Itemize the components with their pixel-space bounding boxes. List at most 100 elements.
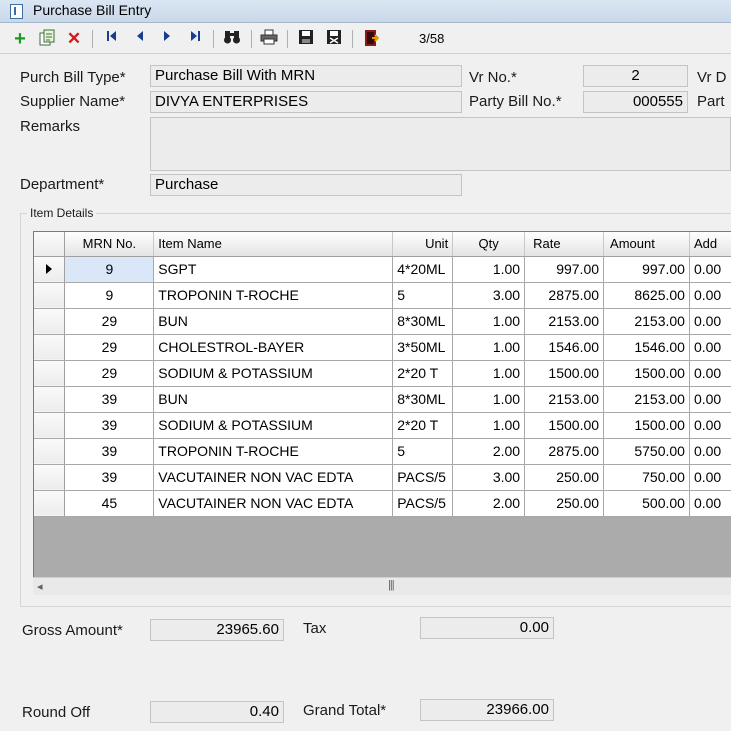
cell-item-name[interactable]: TROPONIN T-ROCHE <box>153 438 394 465</box>
row-selector[interactable] <box>34 334 66 361</box>
row-selector[interactable] <box>34 386 66 413</box>
cell-unit[interactable]: PACS/5 <box>392 490 454 517</box>
cell-add[interactable]: 0.00 <box>689 438 731 465</box>
cell-unit[interactable]: 5 <box>392 282 454 309</box>
column-header-item-name[interactable]: Item Name <box>153 232 394 257</box>
table-row[interactable]: 39 TROPONIN T-ROCHE 5 2.00 2875.00 5750.… <box>34 438 731 465</box>
cell-qty[interactable]: 1.00 <box>452 386 526 413</box>
cell-item-name[interactable]: CHOLESTROL-BAYER <box>153 334 394 361</box>
cell-unit[interactable]: PACS/5 <box>392 464 454 491</box>
cell-qty[interactable]: 2.00 <box>452 438 526 465</box>
cell-add[interactable]: 0.00 <box>689 334 731 361</box>
row-selector[interactable] <box>34 464 66 491</box>
delete-icon[interactable]: ✕ <box>64 29 84 49</box>
cell-rate[interactable]: 2875.00 <box>524 282 605 309</box>
column-header-mrn[interactable]: MRN No. <box>64 232 155 257</box>
cell-amount[interactable]: 1546.00 <box>603 334 690 361</box>
cell-add[interactable]: 0.00 <box>689 386 731 413</box>
remarks-field[interactable] <box>150 117 731 171</box>
scroll-thumb-grip-icon[interactable]: ||| <box>388 579 395 591</box>
cell-amount[interactable]: 2153.00 <box>603 386 690 413</box>
first-record-icon[interactable] <box>102 29 122 49</box>
cell-add[interactable]: 0.00 <box>689 282 731 309</box>
cell-qty[interactable]: 2.00 <box>452 490 526 517</box>
cell-add[interactable]: 0.00 <box>689 490 731 517</box>
cell-amount[interactable]: 1500.00 <box>603 412 690 439</box>
row-selector[interactable] <box>34 412 66 439</box>
cell-add[interactable]: 0.00 <box>689 256 731 283</box>
cell-rate[interactable]: 1500.00 <box>524 360 605 387</box>
cell-mrn[interactable]: 29 <box>64 334 155 361</box>
cell-add[interactable]: 0.00 <box>689 360 731 387</box>
cell-qty[interactable]: 1.00 <box>452 334 526 361</box>
cell-amount[interactable]: 8625.00 <box>603 282 690 309</box>
cell-mrn[interactable]: 39 <box>64 386 155 413</box>
department-field[interactable]: Purchase <box>150 174 462 196</box>
cell-item-name[interactable]: VACUTAINER NON VAC EDTA <box>153 464 394 491</box>
next-record-icon[interactable] <box>157 29 177 49</box>
cell-mrn[interactable]: 29 <box>64 308 155 335</box>
row-selector[interactable] <box>34 256 66 283</box>
tax-field[interactable]: 0.00 <box>420 617 554 639</box>
table-row[interactable]: 45 VACUTAINER NON VAC EDTA PACS/5 2.00 2… <box>34 490 731 517</box>
cell-item-name[interactable]: SODIUM & POTASSIUM <box>153 360 394 387</box>
column-header-rate[interactable]: Rate <box>524 232 605 257</box>
cell-qty[interactable]: 3.00 <box>452 282 526 309</box>
exit-icon[interactable] <box>361 29 381 49</box>
table-row[interactable]: 29 SODIUM & POTASSIUM 2*20 T 1.00 1500.0… <box>34 360 731 387</box>
cell-mrn[interactable]: 39 <box>64 464 155 491</box>
cell-amount[interactable]: 2153.00 <box>603 308 690 335</box>
table-row[interactable]: 39 SODIUM & POTASSIUM 2*20 T 1.00 1500.0… <box>34 412 731 439</box>
cell-amount[interactable]: 500.00 <box>603 490 690 517</box>
cell-unit[interactable]: 5 <box>392 438 454 465</box>
row-selector[interactable] <box>34 360 66 387</box>
cell-amount[interactable]: 5750.00 <box>603 438 690 465</box>
table-row[interactable]: 9 SGPT 4*20ML 1.00 997.00 997.00 0.00 <box>34 256 731 283</box>
cell-unit[interactable]: 4*20ML <box>392 256 454 283</box>
cell-mrn[interactable]: 45 <box>64 490 155 517</box>
supplier-name-field[interactable]: DIVYA ENTERPRISES <box>150 91 462 113</box>
column-header-amount[interactable]: Amount <box>603 232 690 257</box>
table-row[interactable]: 29 CHOLESTROL-BAYER 3*50ML 1.00 1546.00 … <box>34 334 731 361</box>
row-selector[interactable] <box>34 490 66 517</box>
table-row[interactable]: 39 VACUTAINER NON VAC EDTA PACS/5 3.00 2… <box>34 464 731 491</box>
cell-amount[interactable]: 750.00 <box>603 464 690 491</box>
cell-qty[interactable]: 1.00 <box>452 412 526 439</box>
cell-item-name[interactable]: SODIUM & POTASSIUM <box>153 412 394 439</box>
cell-qty[interactable]: 3.00 <box>452 464 526 491</box>
save-icon[interactable] <box>296 29 316 49</box>
column-header-unit[interactable]: Unit <box>392 232 454 257</box>
cell-item-name[interactable]: VACUTAINER NON VAC EDTA <box>153 490 394 517</box>
column-header-add[interactable]: Add <box>689 232 731 257</box>
cell-mrn[interactable]: 9 <box>64 282 155 309</box>
row-selector[interactable] <box>34 282 66 309</box>
cell-qty[interactable]: 1.00 <box>452 256 526 283</box>
cell-unit[interactable]: 2*20 T <box>392 412 454 439</box>
column-header-qty[interactable]: Qty <box>452 232 526 257</box>
cell-rate[interactable]: 1500.00 <box>524 412 605 439</box>
cell-rate[interactable]: 2153.00 <box>524 308 605 335</box>
item-details-grid[interactable]: MRN No. Item Name Unit Qty Rate Amount A… <box>33 231 731 594</box>
table-row[interactable]: 39 BUN 8*30ML 1.00 2153.00 2153.00 0.00 <box>34 386 731 413</box>
print-icon[interactable] <box>259 29 279 49</box>
copy-document-icon[interactable] <box>37 29 57 49</box>
last-record-icon[interactable] <box>185 29 205 49</box>
cell-item-name[interactable]: BUN <box>153 308 394 335</box>
cell-rate[interactable]: 997.00 <box>524 256 605 283</box>
party-bill-no-field[interactable]: 000555 <box>583 91 688 113</box>
cell-amount[interactable]: 997.00 <box>603 256 690 283</box>
cell-amount[interactable]: 1500.00 <box>603 360 690 387</box>
cell-mrn[interactable]: 39 <box>64 412 155 439</box>
save-close-icon[interactable] <box>324 29 344 49</box>
cell-qty[interactable]: 1.00 <box>452 308 526 335</box>
cell-mrn[interactable]: 39 <box>64 438 155 465</box>
previous-record-icon[interactable] <box>130 29 150 49</box>
horizontal-scrollbar[interactable]: ◂ ||| <box>33 577 731 595</box>
cell-unit[interactable]: 8*30ML <box>392 308 454 335</box>
row-selector[interactable] <box>34 308 66 335</box>
row-selector[interactable] <box>34 438 66 465</box>
cell-rate[interactable]: 250.00 <box>524 464 605 491</box>
cell-rate[interactable]: 250.00 <box>524 490 605 517</box>
table-row[interactable]: 9 TROPONIN T-ROCHE 5 3.00 2875.00 8625.0… <box>34 282 731 309</box>
cell-rate[interactable]: 1546.00 <box>524 334 605 361</box>
